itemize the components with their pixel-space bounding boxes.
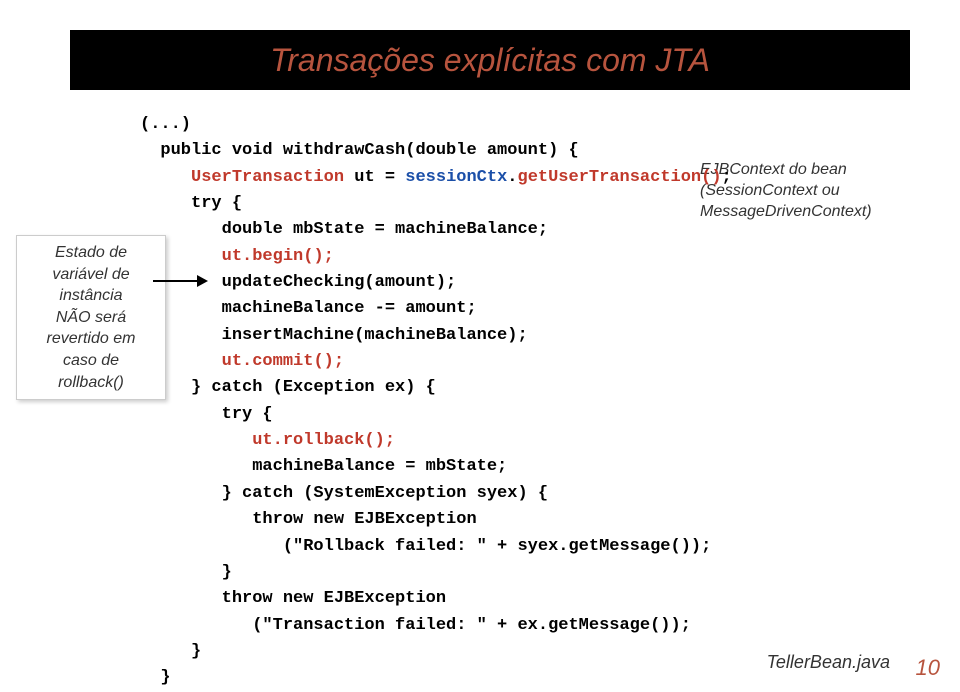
code-line: machineBalance = mbState;: [140, 457, 507, 476]
code-line: [140, 247, 222, 266]
code-line: }: [140, 642, 201, 661]
code-line: insertMachine(machineBalance);: [140, 326, 528, 345]
code-line: double mbState = machineBalance;: [140, 220, 548, 239]
code-token: ut.commit();: [222, 352, 344, 371]
annotation-right-line: MessageDrivenContext): [700, 202, 925, 223]
code-line: [140, 431, 252, 450]
footer-filename: TellerBean.java: [767, 652, 890, 673]
annotation-right-line: (SessionContext ou: [700, 181, 925, 202]
code-line: try {: [140, 194, 242, 213]
code-line: throw new EJBException: [140, 589, 446, 608]
code-line: (...): [140, 115, 191, 134]
code-line: }: [140, 563, 232, 582]
page-number: 10: [916, 655, 940, 681]
code-token: .: [507, 168, 517, 187]
annotation-right: EJBContext do bean (SessionContext ou Me…: [700, 160, 925, 222]
slide-title: Transações explícitas com JTA: [270, 42, 710, 79]
code-token: UserTransaction: [191, 168, 344, 187]
code-token: sessionCtx: [405, 168, 507, 187]
code-line: machineBalance -= amount;: [140, 299, 477, 318]
code-token: getUserTransaction(): [518, 168, 722, 187]
code-line: public void withdrawCash(double amount) …: [140, 141, 579, 160]
code-token: ut.begin();: [222, 247, 334, 266]
code-token: ut.rollback();: [252, 431, 395, 450]
code-token: ;: [722, 168, 732, 187]
code-line: } catch (SystemException syex) {: [140, 484, 548, 503]
code-line: updateChecking(amount);: [140, 273, 456, 292]
code-line: throw new EJBException: [140, 510, 477, 529]
annotation-right-line: EJBContext do bean: [700, 160, 925, 181]
code-line: ("Rollback failed: " + syex.getMessage()…: [140, 537, 711, 556]
code-line: [140, 168, 191, 187]
code-line: }: [140, 668, 171, 687]
code-line: ("Transaction failed: " + ex.getMessage(…: [140, 616, 691, 635]
code-line: try {: [140, 405, 273, 424]
code-block: (...) public void withdrawCash(double am…: [140, 112, 732, 692]
code-token: ut =: [344, 168, 405, 187]
slide-header: Transações explícitas com JTA: [70, 30, 910, 90]
code-line: [140, 352, 222, 371]
code-line: } catch (Exception ex) {: [140, 378, 436, 397]
